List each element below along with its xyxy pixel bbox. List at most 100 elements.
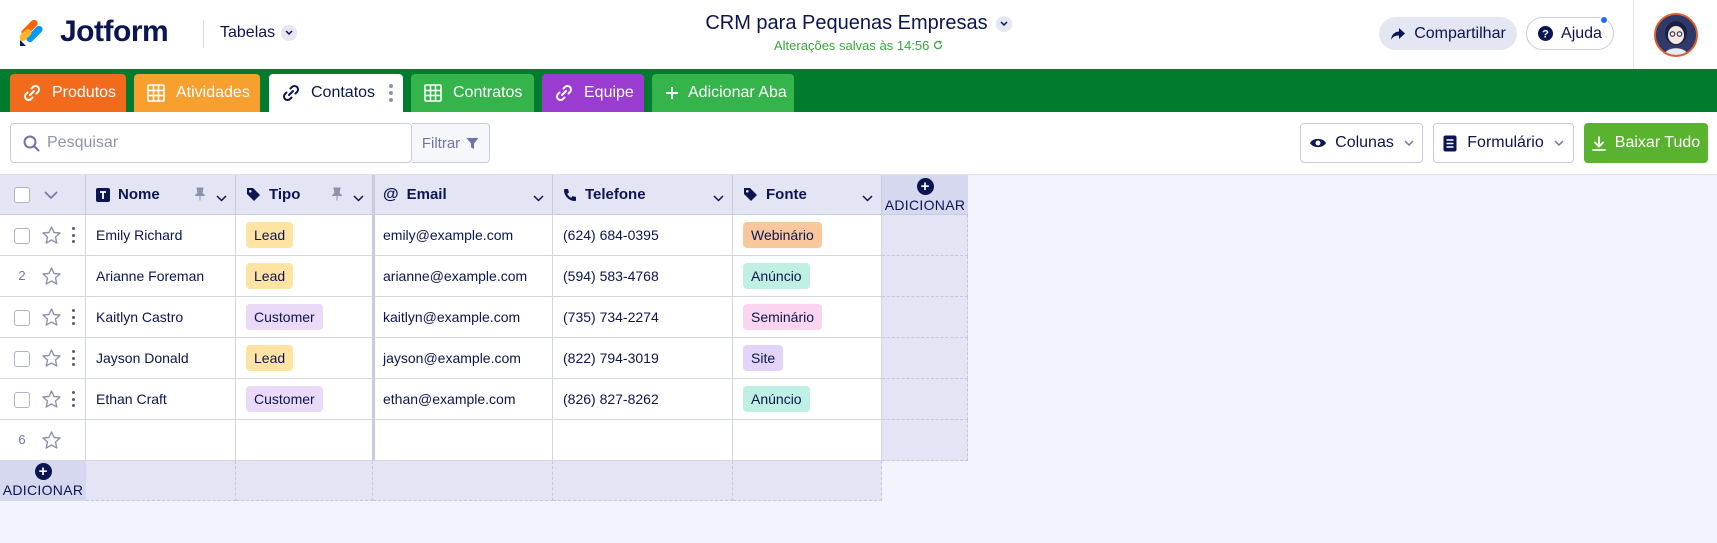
link-icon bbox=[554, 83, 574, 103]
column-header-fonte[interactable]: Fonte bbox=[733, 175, 882, 215]
star-icon[interactable] bbox=[42, 390, 61, 413]
tab-contatos[interactable]: Contatos bbox=[269, 74, 403, 112]
cell-source[interactable]: Site bbox=[733, 338, 882, 379]
add-tab-button[interactable]: Adicionar Aba bbox=[652, 74, 794, 112]
cell-email[interactable] bbox=[373, 420, 553, 461]
cell-phone[interactable] bbox=[553, 420, 733, 461]
star-icon[interactable] bbox=[42, 431, 61, 454]
cell-type[interactable]: Customer bbox=[236, 379, 373, 420]
star-icon[interactable] bbox=[42, 308, 61, 331]
tab-contratos[interactable]: Contratos bbox=[411, 74, 534, 112]
column-header-telefone[interactable]: Telefone bbox=[553, 175, 733, 215]
column-header-tipo[interactable]: Tipo bbox=[236, 175, 373, 215]
chevron-down-icon[interactable] bbox=[216, 189, 227, 206]
cell-name[interactable]: Jayson Donald bbox=[86, 338, 236, 379]
column-header-nome[interactable]: Nome bbox=[86, 175, 236, 215]
filter-label: Filtrar bbox=[421, 134, 461, 152]
type-chip: Lead bbox=[246, 222, 294, 248]
row-menu-icon[interactable] bbox=[72, 309, 76, 325]
tables-menu-label: Tabelas bbox=[220, 24, 276, 41]
row-checkbox[interactable] bbox=[14, 228, 30, 244]
add-row-label: ADICIONAR bbox=[2, 482, 84, 498]
cell-email[interactable]: emily@example.com bbox=[373, 215, 553, 256]
column-header-email[interactable]: @ Email bbox=[373, 175, 553, 215]
share-arrow-icon bbox=[1390, 27, 1406, 41]
row-checkbox[interactable] bbox=[14, 310, 30, 326]
cell-phone[interactable]: (735) 734-2274 bbox=[553, 297, 733, 338]
cell-name[interactable]: Kaitlyn Castro bbox=[86, 297, 236, 338]
chevron-down-icon[interactable] bbox=[713, 189, 724, 206]
chevron-down-icon[interactable] bbox=[44, 191, 58, 199]
cell-source[interactable]: Webinário bbox=[733, 215, 882, 256]
page-title: CRM para Pequenas Empresas bbox=[705, 12, 988, 34]
cell-name[interactable]: Arianne Foreman bbox=[86, 256, 236, 297]
cell-type[interactable]: Customer bbox=[236, 297, 373, 338]
filter-button[interactable]: Filtrar bbox=[412, 123, 490, 163]
row-menu-icon[interactable] bbox=[72, 350, 76, 366]
tab-label: Produtos bbox=[52, 84, 117, 101]
cell-phone[interactable]: (624) 684-0395 bbox=[553, 215, 733, 256]
tab-equipe[interactable]: Equipe bbox=[542, 74, 644, 112]
plus-circle-icon: + bbox=[34, 463, 52, 480]
cell-name[interactable]: Emily Richard bbox=[86, 215, 236, 256]
row-menu-icon[interactable] bbox=[72, 227, 76, 243]
app-title-menu[interactable]: CRM para Pequenas Empresas bbox=[705, 12, 1012, 35]
columns-button[interactable]: Colunas bbox=[1300, 123, 1423, 163]
cell-type[interactable]: Lead bbox=[236, 338, 373, 379]
cell-source[interactable]: Anúncio bbox=[733, 379, 882, 420]
cell-type[interactable]: Lead bbox=[236, 256, 373, 297]
cell-source[interactable] bbox=[733, 420, 882, 461]
star-icon[interactable] bbox=[42, 267, 61, 290]
chevron-down-icon[interactable] bbox=[533, 189, 544, 206]
star-icon[interactable] bbox=[42, 349, 61, 372]
chevron-down-icon bbox=[281, 25, 298, 41]
empty-row-cell bbox=[733, 461, 882, 501]
column-label: Email bbox=[406, 186, 447, 203]
cell-source[interactable]: Seminário bbox=[733, 297, 882, 338]
cell-source[interactable]: Anúncio bbox=[733, 256, 882, 297]
search-input[interactable] bbox=[47, 124, 407, 162]
source-chip: Webinário bbox=[743, 222, 822, 248]
tab-produtos[interactable]: Produtos bbox=[10, 74, 126, 112]
cell-name[interactable]: Ethan Craft bbox=[86, 379, 236, 420]
cell-email[interactable]: arianne@example.com bbox=[373, 256, 553, 297]
svg-text:?: ? bbox=[1542, 29, 1549, 41]
frozen-columns-divider[interactable] bbox=[372, 175, 375, 461]
type-chip: Customer bbox=[246, 386, 323, 412]
row-menu-icon[interactable] bbox=[72, 391, 76, 407]
add-column-button[interactable]: + ADICIONAR bbox=[882, 175, 968, 215]
cell-type[interactable] bbox=[236, 420, 373, 461]
select-all-checkbox[interactable] bbox=[14, 187, 30, 203]
help-button[interactable]: ? Ajuda bbox=[1526, 16, 1614, 50]
star-icon[interactable] bbox=[42, 226, 61, 249]
help-label: Ajuda bbox=[1561, 24, 1602, 42]
cell-phone[interactable]: (826) 827-8262 bbox=[553, 379, 733, 420]
tables-menu[interactable]: Tabelas bbox=[220, 24, 298, 42]
source-chip: Site bbox=[743, 345, 784, 371]
pin-icon[interactable] bbox=[331, 187, 343, 205]
download-all-button[interactable]: Baixar Tudo bbox=[1584, 123, 1708, 163]
grid-icon bbox=[146, 83, 166, 103]
form-button[interactable]: Formulário bbox=[1433, 123, 1574, 163]
cell-phone[interactable]: (822) 794-3019 bbox=[553, 338, 733, 379]
tab-atividades[interactable]: Atividades bbox=[134, 74, 260, 112]
tab-label: Adicionar Aba bbox=[688, 84, 787, 101]
tab-options-icon[interactable] bbox=[389, 84, 393, 102]
user-avatar[interactable] bbox=[1654, 13, 1698, 57]
row-checkbox[interactable] bbox=[14, 351, 30, 367]
add-row-button[interactable]: + ADICIONAR bbox=[0, 461, 86, 501]
jotform-logo[interactable]: Jotform bbox=[18, 15, 169, 49]
cell-email[interactable]: ethan@example.com bbox=[373, 379, 553, 420]
cell-name[interactable] bbox=[86, 420, 236, 461]
share-button[interactable]: Compartilhar bbox=[1379, 17, 1517, 50]
column-label: Telefone bbox=[585, 186, 646, 203]
cell-phone[interactable]: (594) 583-4768 bbox=[553, 256, 733, 297]
chevron-down-icon[interactable] bbox=[862, 189, 873, 206]
cell-email[interactable]: kaitlyn@example.com bbox=[373, 297, 553, 338]
pin-icon[interactable] bbox=[194, 187, 206, 205]
cell-email[interactable]: jayson@example.com bbox=[373, 338, 553, 379]
cell-type[interactable]: Lead bbox=[236, 215, 373, 256]
search-icon bbox=[23, 135, 40, 157]
row-checkbox[interactable] bbox=[14, 392, 30, 408]
chevron-down-icon[interactable] bbox=[353, 189, 364, 206]
